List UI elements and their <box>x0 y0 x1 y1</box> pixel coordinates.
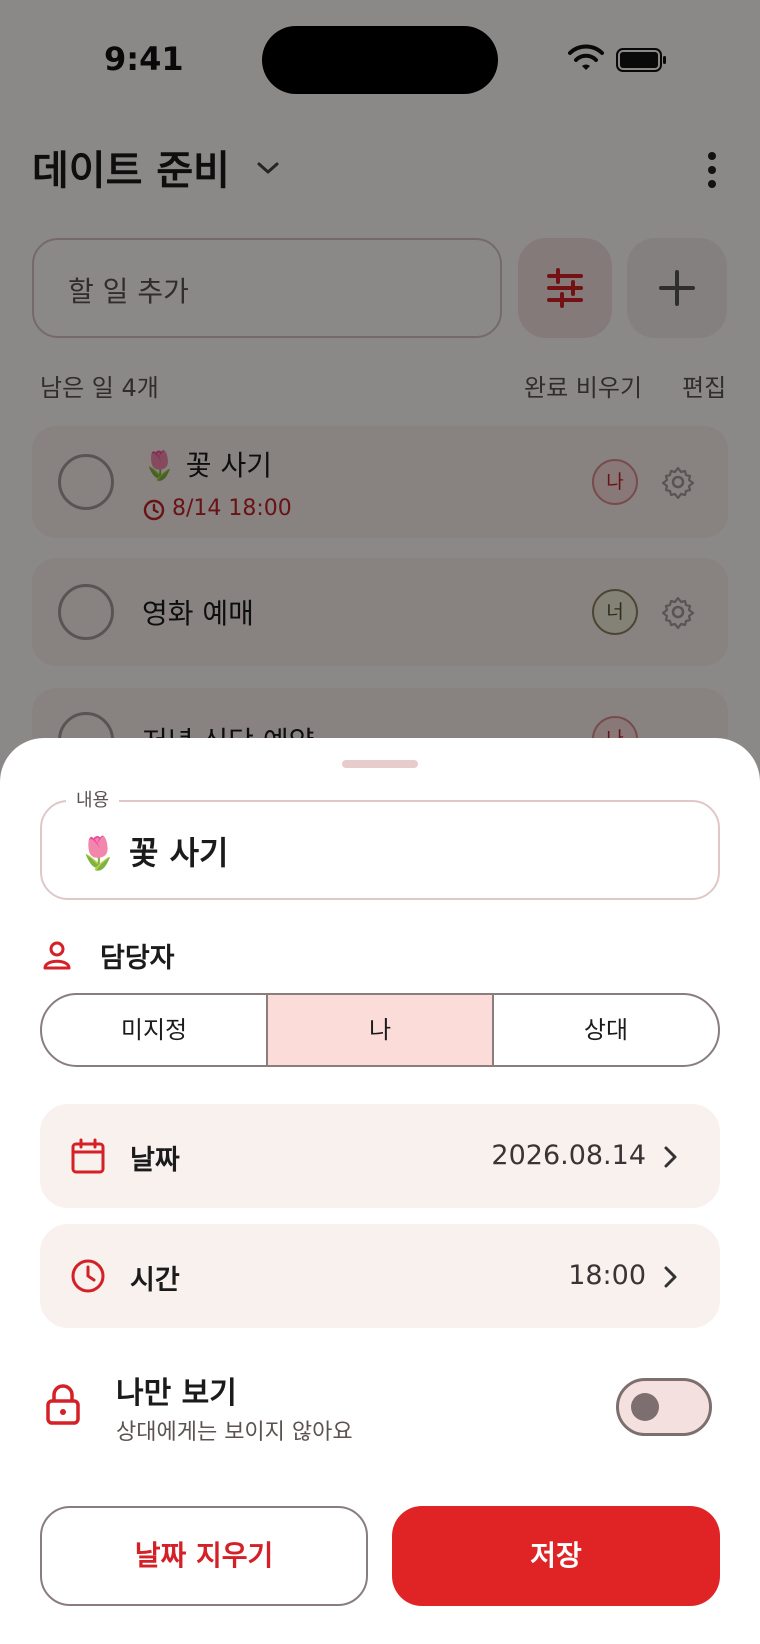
lock-icon <box>46 1384 80 1425</box>
date-label: 날짜 <box>130 1145 180 1176</box>
date-row[interactable]: 날짜 2026.08.14 <box>40 1104 720 1208</box>
date-value: 2026.08.14 <box>491 1140 646 1171</box>
chevron-right-icon <box>664 1266 677 1288</box>
private-subtitle: 상대에게는 보이지 않아요 <box>116 1420 353 1445</box>
assignee-option-partner[interactable]: 상대 <box>494 995 718 1065</box>
assignee-option-me[interactable]: 나 <box>268 995 494 1065</box>
time-row[interactable]: 시간 18:00 <box>40 1224 720 1328</box>
save-button[interactable]: 저장 <box>392 1506 720 1606</box>
clear-date-button[interactable]: 날짜 지우기 <box>40 1506 368 1606</box>
person-icon <box>43 941 71 970</box>
calendar-icon <box>71 1138 105 1174</box>
private-toggle[interactable] <box>616 1378 712 1436</box>
chevron-right-icon <box>664 1146 677 1168</box>
content-input-value[interactable]: 🌷 꽃 사기 <box>78 828 228 874</box>
sheet-grabber[interactable] <box>342 760 418 768</box>
content-field-label: 내용 <box>66 786 120 812</box>
assignee-option-unassigned[interactable]: 미지정 <box>42 995 268 1065</box>
clock-icon <box>71 1259 105 1293</box>
private-title: 나만 보기 <box>116 1376 237 1411</box>
assignee-title: 담당자 <box>100 943 175 974</box>
time-label: 시간 <box>130 1265 180 1296</box>
toggle-knob <box>631 1393 659 1421</box>
time-value: 18:00 <box>568 1260 646 1291</box>
assignee-segmented-control: 미지정 나 상대 <box>40 993 720 1067</box>
